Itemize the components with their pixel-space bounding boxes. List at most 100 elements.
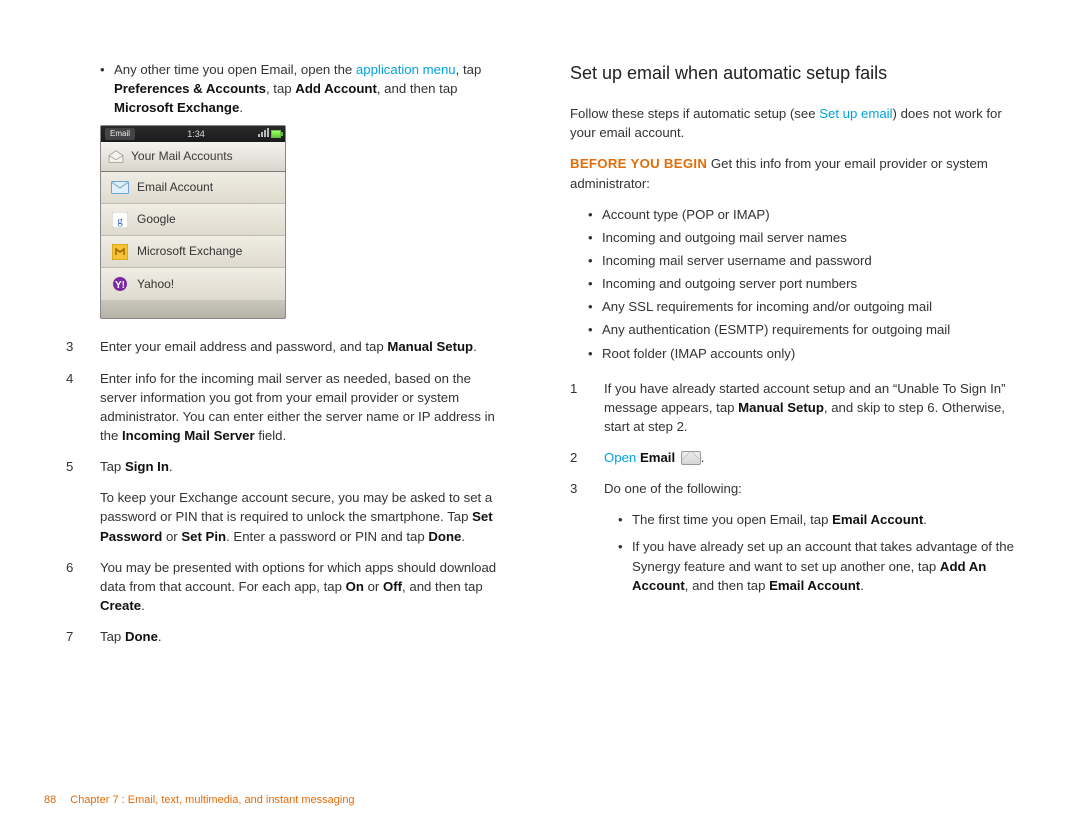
list-item-label: Microsoft Exchange <box>137 243 242 260</box>
set-pin-bold: Set Pin <box>181 529 226 544</box>
bullet: Incoming and outgoing mail server names <box>588 228 1014 247</box>
svg-text:g: g <box>117 215 123 227</box>
intro-paragraph: Follow these steps if automatic setup (s… <box>570 104 1014 142</box>
email-account-bold: Email Account <box>769 578 860 593</box>
svg-text:Y!: Y! <box>115 280 125 291</box>
incoming-mail-server-bold: Incoming Mail Server <box>122 428 255 443</box>
text: The first time you open Email, tap <box>632 512 832 527</box>
text: Any other time you open Email, open the <box>114 62 356 77</box>
application-menu-link[interactable]: application menu <box>356 62 456 77</box>
list-item-label: Email Account <box>137 179 213 196</box>
exchange-icon <box>111 244 129 260</box>
text: . <box>473 339 477 354</box>
phone-screenshot: Email 1:34 Your Mail Acco <box>100 125 286 319</box>
list-item: Email Account <box>101 172 285 204</box>
step-5: 5 Tap Sign In. To keep your Exchange acc… <box>66 457 510 546</box>
two-column-layout: Any other time you open Email, open the … <box>66 60 1014 658</box>
add-account-bold: Add Account <box>295 81 377 96</box>
bullet: Root folder (IMAP accounts only) <box>588 344 1014 363</box>
step-number: 4 <box>66 369 100 446</box>
text: . <box>169 459 173 474</box>
on-bold: On <box>346 579 364 594</box>
step-number: 7 <box>66 627 100 646</box>
status-icons <box>257 128 281 141</box>
phone-titlebar: Your Mail Accounts <box>101 142 285 172</box>
text: , and then tap <box>402 579 483 594</box>
manual-setup-bold: Manual Setup <box>387 339 473 354</box>
bullet: Any authentication (ESMTP) requirements … <box>588 320 1014 339</box>
step-body: Enter info for the incoming mail server … <box>100 369 510 446</box>
page-footer: 88 Chapter 7 : Email, text, multimedia, … <box>44 794 355 806</box>
set-up-email-link[interactable]: Set up email <box>819 106 892 121</box>
step-number: 3 <box>570 479 604 498</box>
sign-in-bold: Sign In <box>125 459 169 474</box>
bullet: Account type (POP or IMAP) <box>588 205 1014 224</box>
step-body: Do one of the following: <box>604 479 1014 498</box>
step-body: Tap Done. <box>100 627 510 646</box>
intro-bullet: Any other time you open Email, open the … <box>100 60 510 117</box>
done-bold: Done <box>125 629 158 644</box>
r-step-2: 2 Open Email . <box>570 448 1014 467</box>
step-body: You may be presented with options for wh… <box>100 558 510 615</box>
phone-title: Your Mail Accounts <box>131 148 233 165</box>
status-app-label: Email <box>105 128 135 140</box>
phone-footer-gradient <box>101 300 285 318</box>
google-g-icon: g <box>111 212 129 228</box>
step-body: Open Email . <box>604 448 1014 467</box>
step-6: 6 You may be presented with options for … <box>66 558 510 615</box>
step-number: 2 <box>570 448 604 467</box>
text: or <box>162 529 181 544</box>
r-step-1: 1 If you have already started account se… <box>570 379 1014 436</box>
sub-bullet-b: If you have already set up an account th… <box>618 537 1014 594</box>
battery-icon <box>271 130 281 138</box>
signal-icon <box>257 128 269 141</box>
list-item: Microsoft Exchange <box>101 236 285 268</box>
step-body: If you have already started account setu… <box>604 379 1014 436</box>
text: . <box>461 529 465 544</box>
document-page: Any other time you open Email, open the … <box>0 0 1080 834</box>
email-bold: Email <box>640 450 675 465</box>
ms-exchange-bold: Microsoft Exchange <box>114 100 239 115</box>
chapter-label: Chapter 7 : Email, text, multimedia, and… <box>70 794 354 806</box>
text: field. <box>255 428 287 443</box>
email-account-bold: Email Account <box>832 512 923 527</box>
bullet: Any SSL requirements for incoming and/or… <box>588 297 1014 316</box>
text: . <box>141 598 145 613</box>
step-body: Enter your email address and password, a… <box>100 337 510 356</box>
step-body: Tap Sign In. To keep your Exchange accou… <box>100 457 510 546</box>
step-number: 5 <box>66 457 100 546</box>
text: , and then tap <box>377 81 458 96</box>
create-bold: Create <box>100 598 141 613</box>
text: or <box>364 579 383 594</box>
before-you-begin: BEFORE YOU BEGIN Get this info from your… <box>570 154 1014 192</box>
before-label: BEFORE YOU BEGIN <box>570 156 707 171</box>
list-item: Y! Yahoo! <box>101 268 285 300</box>
right-column: Set up email when automatic setup fails … <box>570 60 1014 658</box>
text: Tap <box>100 629 125 644</box>
page-number: 88 <box>44 794 56 806</box>
off-bold: Off <box>383 579 402 594</box>
step-number: 3 <box>66 337 100 356</box>
email-app-icon <box>681 451 701 465</box>
phone-statusbar: Email 1:34 <box>101 126 285 142</box>
envelope-icon <box>111 180 129 196</box>
text: . Enter a password or PIN and tap <box>226 529 428 544</box>
section-heading: Set up email when automatic setup fails <box>570 60 1014 86</box>
account-list: Email Account g Google Microsoft Exchang… <box>101 172 285 300</box>
intro-bullet-block: Any other time you open Email, open the … <box>66 60 510 117</box>
open-link[interactable]: Open <box>604 450 636 465</box>
list-item: g Google <box>101 204 285 236</box>
text: . <box>701 450 705 465</box>
r-step-3-sub: The first time you open Email, tap Email… <box>570 510 1014 595</box>
phone-frame: Email 1:34 Your Mail Acco <box>100 125 286 319</box>
step-4: 4 Enter info for the incoming mail serve… <box>66 369 510 446</box>
list-item-label: Google <box>137 211 176 228</box>
text: , tap <box>266 81 295 96</box>
manual-setup-bold: Manual Setup <box>738 400 824 415</box>
yahoo-icon: Y! <box>111 276 129 292</box>
envelope-open-icon <box>107 149 125 165</box>
text: . <box>158 629 162 644</box>
step-7: 7 Tap Done. <box>66 627 510 646</box>
done-bold: Done <box>428 529 461 544</box>
text: Enter your email address and password, a… <box>100 339 387 354</box>
